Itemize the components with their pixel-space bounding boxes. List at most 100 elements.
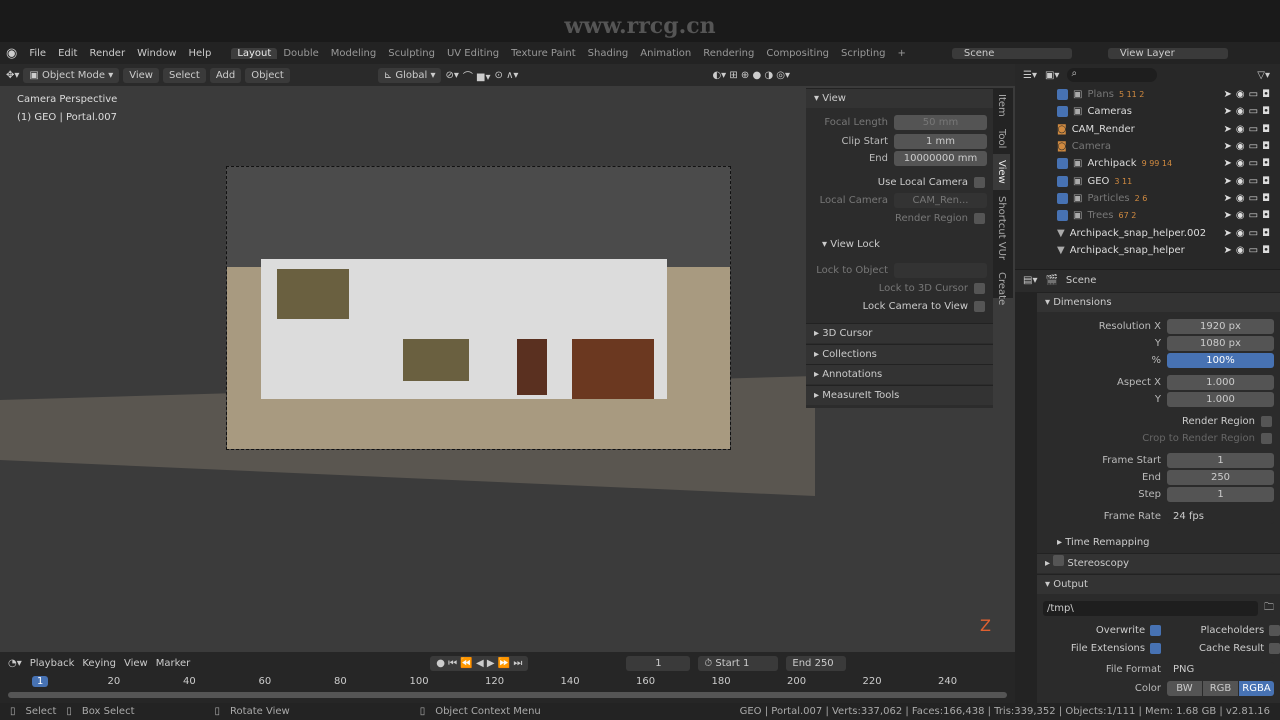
playback-controls[interactable]: ● ⏮ ⏪ ◀ ▶ ⏩ ⏭ bbox=[430, 655, 529, 671]
add-workspace-button[interactable]: + bbox=[892, 48, 912, 59]
menu-view[interactable]: View bbox=[123, 67, 159, 83]
outliner-item[interactable]: ▣ Cameras ➤◉▭◘ bbox=[1015, 103, 1280, 120]
properties-tabs[interactable] bbox=[1015, 292, 1037, 703]
visibility-icons[interactable]: ➤◉▭◘ bbox=[1224, 106, 1280, 117]
visibility-icons[interactable]: ➤◉▭◘ bbox=[1224, 124, 1280, 135]
aspect-x-field[interactable]: 1.000 bbox=[1167, 375, 1274, 390]
tab-scripting[interactable]: Scripting bbox=[835, 48, 891, 59]
start-field[interactable]: ⏱ Start 1 bbox=[698, 655, 779, 671]
file-format-dropdown[interactable]: PNG bbox=[1167, 662, 1274, 677]
tab-tool[interactable]: Tool bbox=[993, 123, 1010, 154]
frame-rate-dropdown[interactable]: 24 fps bbox=[1167, 509, 1274, 524]
section-time-remapping[interactable]: ▸ Time Remapping bbox=[1037, 534, 1280, 551]
editor-type-icon[interactable]: ◔▾ bbox=[8, 658, 22, 669]
tab-rendering[interactable]: Rendering bbox=[697, 48, 760, 59]
section-3d-cursor[interactable]: ▸ 3D Cursor bbox=[806, 323, 993, 343]
lock-object-field[interactable] bbox=[894, 263, 987, 278]
stereoscopy-checkbox[interactable] bbox=[1053, 555, 1065, 566]
filter-icon[interactable]: ▽▾ bbox=[1257, 70, 1280, 81]
section-collections[interactable]: ▸ Collections bbox=[806, 344, 993, 364]
output-path-field[interactable]: /tmp\ bbox=[1043, 601, 1258, 616]
frame-step-field[interactable]: 1 bbox=[1167, 487, 1274, 502]
outliner-item[interactable]: ◙ CAM_Render ➤◉▭◘ bbox=[1015, 121, 1280, 138]
tab-layout[interactable]: Layout bbox=[231, 47, 278, 59]
outliner-item[interactable]: ▣ Plans 5 11 2 ➤◉▭◘ bbox=[1015, 86, 1280, 103]
outliner-item[interactable]: ▣ Particles 2 6 ➤◉▭◘ bbox=[1015, 190, 1280, 207]
include-checkbox[interactable] bbox=[1057, 192, 1068, 204]
outliner-item[interactable]: ◙ Camera ➤◉▭◘ bbox=[1015, 138, 1280, 155]
aspect-y-field[interactable]: 1.000 bbox=[1167, 392, 1274, 407]
tab-animation[interactable]: Animation bbox=[634, 48, 697, 59]
visibility-icons[interactable]: ➤◉▭◘ bbox=[1224, 228, 1280, 239]
menu-edit[interactable]: Edit bbox=[52, 48, 83, 59]
menu-playback[interactable]: Playback bbox=[30, 658, 75, 669]
tab-shading[interactable]: Shading bbox=[582, 48, 635, 59]
include-checkbox[interactable] bbox=[1057, 158, 1068, 170]
include-checkbox[interactable] bbox=[1057, 210, 1068, 222]
outliner-item[interactable]: ▣ Trees 67 2 ➤◉▭◘ bbox=[1015, 207, 1280, 224]
frame-end-field[interactable]: 250 bbox=[1167, 470, 1274, 485]
visibility-icons[interactable]: ➤◉▭◘ bbox=[1224, 141, 1280, 152]
menu-select[interactable]: Select bbox=[162, 67, 206, 83]
proportional-edit-icon[interactable]: ⊙ ∧▾ bbox=[495, 70, 519, 81]
folder-icon[interactable]: 🗀 bbox=[1264, 600, 1280, 617]
section-annotations[interactable]: ▸ Annotations bbox=[806, 364, 993, 384]
orientation-selector[interactable]: ⊾ Global ▾ bbox=[377, 67, 442, 83]
focal-length-field[interactable]: 50 mm bbox=[894, 115, 987, 130]
tab-compositing[interactable]: Compositing bbox=[760, 48, 835, 59]
tab-uv-editing[interactable]: UV Editing bbox=[441, 48, 505, 59]
file-ext-checkbox[interactable] bbox=[1150, 643, 1161, 654]
render-region-checkbox[interactable] bbox=[974, 213, 985, 224]
section-measureit[interactable]: ▸ MeasureIt Tools bbox=[806, 385, 993, 405]
overwrite-checkbox[interactable] bbox=[1150, 625, 1161, 636]
visibility-icons[interactable]: ➤◉▭◘ bbox=[1224, 176, 1280, 187]
tab-item[interactable]: Item bbox=[993, 88, 1010, 123]
use-local-camera-checkbox[interactable] bbox=[974, 177, 985, 188]
menu-marker[interactable]: Marker bbox=[156, 658, 191, 669]
clip-start-field[interactable]: 1 mm bbox=[894, 134, 987, 149]
visibility-icons[interactable]: ➤◉▭◘ bbox=[1224, 193, 1280, 204]
tab-sculpting[interactable]: Sculpting bbox=[382, 48, 441, 59]
mode-selector[interactable]: ▣ Object Mode ▾ bbox=[23, 67, 120, 83]
visibility-icons[interactable]: ➤◉▭◘ bbox=[1224, 89, 1280, 100]
render-region-checkbox[interactable] bbox=[1261, 416, 1272, 427]
visibility-icons[interactable]: ➤◉▭◘ bbox=[1224, 210, 1280, 221]
menu-help[interactable]: Help bbox=[183, 48, 218, 59]
filter-view-icon[interactable]: ▣▾ bbox=[1045, 70, 1059, 81]
snap-icon[interactable]: ⌒ ■▾ bbox=[463, 68, 491, 83]
section-view[interactable]: ▾ View bbox=[806, 88, 993, 108]
menu-keying[interactable]: Keying bbox=[82, 658, 116, 669]
current-frame-field[interactable]: 1 bbox=[626, 655, 691, 671]
lock-camera-checkbox[interactable] bbox=[974, 301, 985, 312]
tab-modeling[interactable]: Modeling bbox=[325, 48, 383, 59]
tab-shortcut-vur[interactable]: Shortcut VUr bbox=[993, 190, 1010, 266]
local-camera-field[interactable]: CAM_Ren... bbox=[894, 193, 987, 208]
editor-type-icon[interactable]: ▤▾ bbox=[1023, 275, 1037, 286]
pivot-icon[interactable]: ⊘▾ bbox=[445, 70, 458, 81]
section-output[interactable]: ▾ Output bbox=[1037, 574, 1280, 594]
menu-object[interactable]: Object bbox=[245, 67, 290, 83]
menu-view[interactable]: View bbox=[124, 658, 148, 669]
cache-checkbox[interactable] bbox=[1269, 643, 1280, 654]
menu-render[interactable]: Render bbox=[83, 48, 131, 59]
outliner-item[interactable]: ▣ Archipack 9 99 14 ➤◉▭◘ bbox=[1015, 155, 1280, 172]
resolution-percent-slider[interactable]: 100% bbox=[1167, 353, 1274, 368]
outliner-search[interactable]: ⌕ bbox=[1067, 68, 1158, 82]
resolution-x-field[interactable]: 1920 px bbox=[1167, 319, 1274, 334]
visibility-icons[interactable]: ➤◉▭◘ bbox=[1224, 245, 1280, 256]
crop-checkbox[interactable] bbox=[1261, 433, 1272, 444]
end-field[interactable]: End 250 bbox=[786, 655, 847, 671]
tab-create[interactable]: Create bbox=[993, 266, 1010, 311]
visibility-icons[interactable]: ➤◉▭◘ bbox=[1224, 158, 1280, 169]
outliner-item[interactable]: ▼ Archipack_snap_helper ➤◉▭◘ bbox=[1015, 242, 1280, 259]
outliner-item[interactable]: ▣ GEO 3 11 ➤◉▭◘ bbox=[1015, 172, 1280, 189]
menu-add[interactable]: Add bbox=[209, 67, 242, 83]
resolution-y-field[interactable]: 1080 px bbox=[1167, 336, 1274, 351]
color-bw-button[interactable]: BW bbox=[1167, 681, 1202, 696]
display-mode-icon[interactable]: ☰▾ bbox=[1023, 70, 1037, 81]
section-dimensions[interactable]: ▾ Dimensions bbox=[1037, 292, 1280, 312]
menu-window[interactable]: Window bbox=[131, 48, 182, 59]
editor-type-icon[interactable]: ✥▾ bbox=[6, 70, 19, 81]
include-checkbox[interactable] bbox=[1057, 106, 1068, 118]
timeline-scrollbar[interactable] bbox=[8, 692, 1007, 698]
